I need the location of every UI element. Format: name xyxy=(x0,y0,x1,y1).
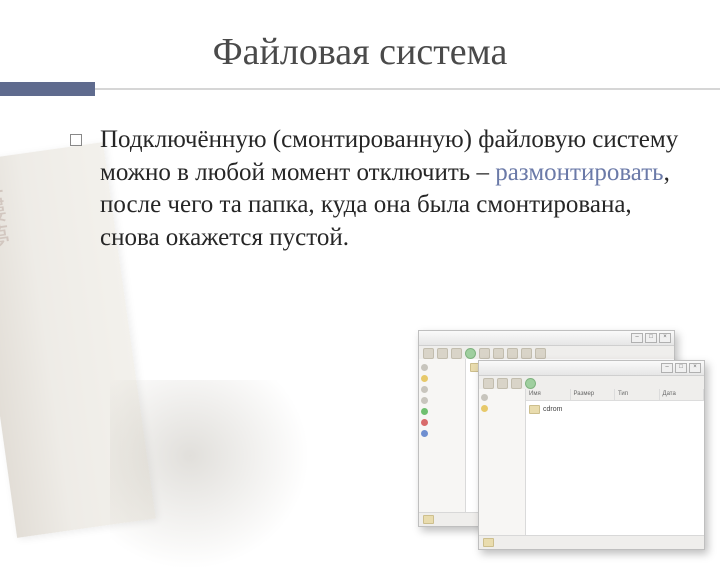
folder-icon xyxy=(529,405,540,414)
sidebar-item xyxy=(481,392,523,403)
column-header: Имя xyxy=(526,389,571,400)
sidebar-item xyxy=(421,384,463,395)
paragraph: Подключённую (смонтированную) файловую с… xyxy=(100,124,690,254)
body-content: Подключённую (смонтированную) файловую с… xyxy=(0,96,720,254)
places-icon xyxy=(481,394,488,401)
column-header: Тип xyxy=(615,389,660,400)
list-header: Имя Размер Тип Дата xyxy=(526,389,704,401)
sidebar-item xyxy=(421,362,463,373)
divider-line xyxy=(95,88,720,90)
sidebar-item xyxy=(421,428,463,439)
view2-icon xyxy=(507,348,518,359)
reload-icon xyxy=(465,348,476,359)
network-icon xyxy=(421,408,428,415)
maximize-icon: □ xyxy=(645,333,657,343)
reload-icon xyxy=(525,378,536,389)
slide-title: Файловая система xyxy=(0,30,720,74)
file-manager-illustration: – □ × home xyxy=(418,330,708,558)
folder-icon xyxy=(423,515,434,524)
view-icon xyxy=(493,348,504,359)
window-titlebar: – □ × xyxy=(419,331,674,346)
home-icon xyxy=(479,348,490,359)
bullet-marker xyxy=(70,134,82,146)
column-header: Размер xyxy=(571,389,616,400)
forward-icon xyxy=(497,378,508,389)
column-header: Дата xyxy=(660,389,705,400)
back-icon xyxy=(423,348,434,359)
drive-icon xyxy=(421,397,428,404)
close-icon: × xyxy=(689,363,701,373)
background-shadow xyxy=(110,380,310,570)
view3-icon xyxy=(521,348,532,359)
sidebar xyxy=(419,359,466,512)
device-icon xyxy=(421,430,428,437)
file-list: Имя Размер Тип Дата cdrom xyxy=(526,389,704,535)
trash-icon xyxy=(421,419,428,426)
up-icon xyxy=(451,348,462,359)
sidebar-item xyxy=(421,395,463,406)
minimize-icon: – xyxy=(631,333,643,343)
forward-icon xyxy=(437,348,448,359)
para-accent-word: размонтировать xyxy=(495,159,663,186)
back-icon xyxy=(483,378,494,389)
window-titlebar: – □ × xyxy=(479,361,704,376)
close-icon: × xyxy=(659,333,671,343)
title-divider xyxy=(0,82,720,96)
sidebar xyxy=(479,389,526,535)
up-icon xyxy=(511,378,522,389)
list-body: cdrom xyxy=(526,401,704,535)
window-body: Имя Размер Тип Дата cdrom xyxy=(479,389,704,535)
maximize-icon: □ xyxy=(675,363,687,373)
sidebar-item xyxy=(421,373,463,384)
bullet-item: Подключённую (смонтированную) файловую с… xyxy=(70,124,690,254)
places-icon xyxy=(421,364,428,371)
file-manager-window-front: – □ × Имя Размер Тип Дата xyxy=(478,360,705,550)
home-icon xyxy=(481,405,488,412)
item-label: cdrom xyxy=(543,406,562,413)
home-icon xyxy=(421,375,428,382)
minimize-icon: – xyxy=(661,363,673,373)
gear-icon xyxy=(535,348,546,359)
sidebar-item xyxy=(481,403,523,414)
desktop-icon xyxy=(421,386,428,393)
list-item: cdrom xyxy=(529,404,701,415)
status-bar xyxy=(479,535,704,549)
divider-accent xyxy=(0,82,95,96)
sidebar-item xyxy=(421,406,463,417)
sidebar-item xyxy=(421,417,463,428)
folder-icon xyxy=(483,538,494,547)
